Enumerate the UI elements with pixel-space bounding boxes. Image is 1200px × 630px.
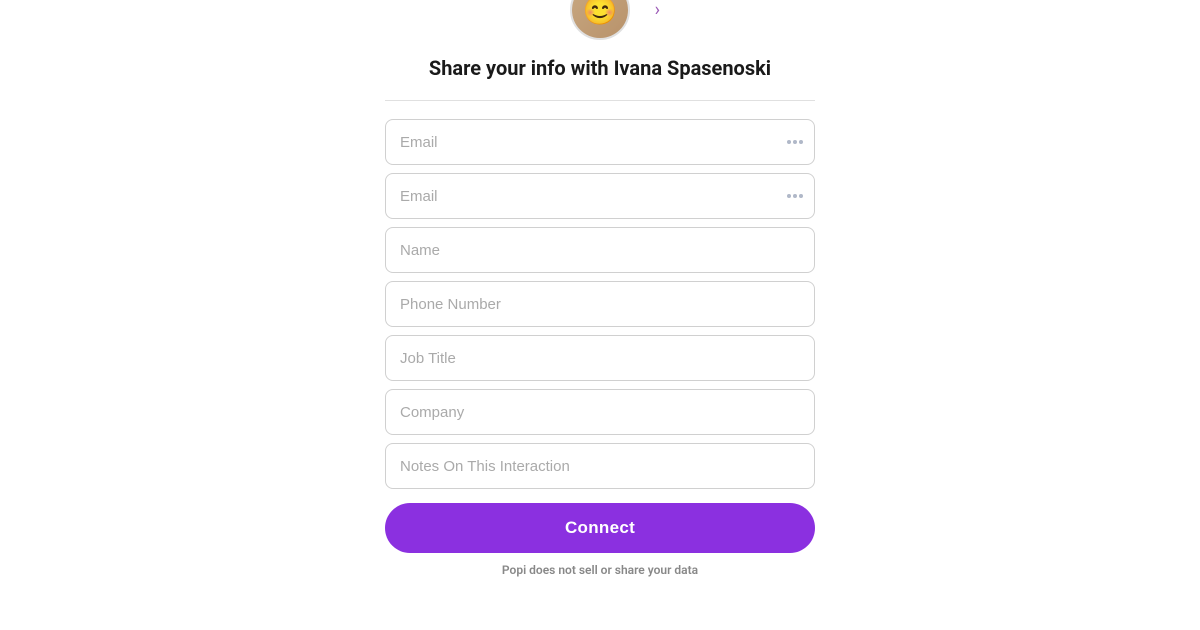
email1-wrapper [385,119,815,165]
dot [787,194,791,198]
avatar: 😊 [570,0,630,40]
company-input[interactable] [385,389,815,435]
privacy-text: Popi does not sell or share your data [502,563,698,577]
email2-wrapper [385,173,815,219]
notes-wrapper [385,443,815,489]
email1-icon [787,140,803,144]
phone-wrapper [385,281,815,327]
job-title-wrapper [385,335,815,381]
job-title-input[interactable] [385,335,815,381]
email2-input[interactable] [385,173,815,219]
dot [787,140,791,144]
avatar-face: 😊 [572,0,628,40]
name-input[interactable] [385,227,815,273]
dots-icon-1 [787,140,803,144]
avatar-container: 😊 › [570,0,630,40]
dot [799,140,803,144]
chevron-right-icon: › [655,0,660,21]
company-wrapper [385,389,815,435]
page-title: Share your info with Ivana Spasenoski [429,56,771,80]
connect-button[interactable]: Connect [385,503,815,553]
phone-input[interactable] [385,281,815,327]
divider [385,100,815,101]
form-container: Connect [385,119,815,553]
name-wrapper [385,227,815,273]
email2-icon [787,194,803,198]
dots-icon-2 [787,194,803,198]
dot [793,194,797,198]
dot [793,140,797,144]
email1-input[interactable] [385,119,815,165]
page-container: 😊 › Share your info with Ivana Spasenosk… [0,0,1200,630]
dot [799,194,803,198]
notes-input[interactable] [385,443,815,489]
